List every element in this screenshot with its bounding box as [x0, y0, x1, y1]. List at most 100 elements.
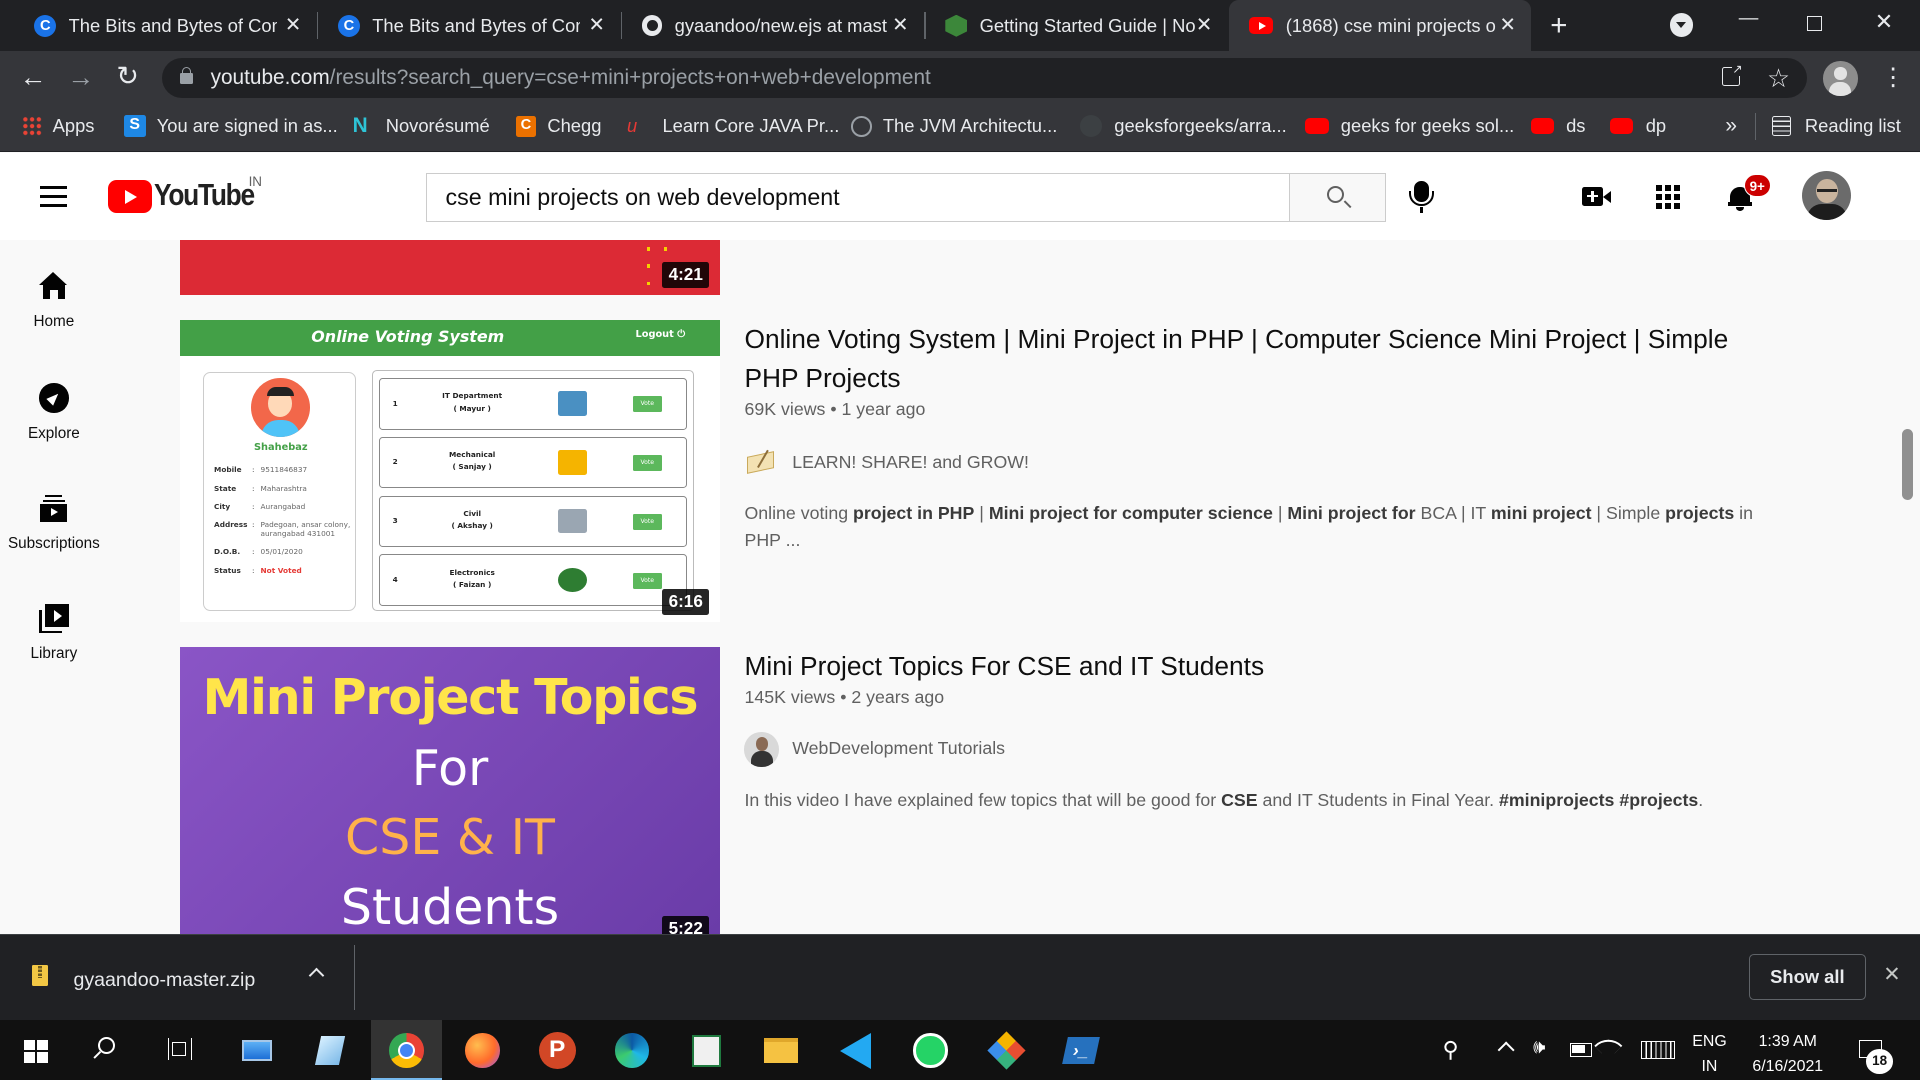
close-tab-icon[interactable]: ✕ — [1500, 13, 1516, 37]
taskbar-file-explorer-icon[interactable] — [759, 1029, 803, 1073]
bookmark-signed-in[interactable]: S You are signed in as... — [123, 103, 338, 150]
youtube-icon — [1248, 17, 1274, 35]
chrome-menu-icon[interactable]: ⋮ — [1881, 62, 1905, 92]
close-download-bar-icon[interactable]: ✕ — [1883, 962, 1900, 987]
reading-list-button[interactable]: Reading list — [1771, 103, 1901, 150]
window-close-icon[interactable]: ✕ — [1875, 9, 1893, 35]
channel-name[interactable]: LEARN! SHARE! and GROW! — [792, 452, 1029, 473]
clock-time: 1:39 AM — [1758, 1032, 1817, 1050]
clock[interactable]: 1:39 AM 6/16/2021 — [1739, 1029, 1837, 1080]
tab-2[interactable]: C The Bits and Bytes of Com ✕ — [318, 0, 619, 51]
minimize-icon[interactable]: — — [1739, 7, 1759, 30]
download-item[interactable]: gyaandoo-master.zip — [0, 936, 355, 1012]
video-title[interactable]: Online Voting System | Mini Project in P… — [744, 320, 1773, 398]
people-icon[interactable]: ⚲ — [1442, 1037, 1458, 1063]
upload-age: 1 year ago — [841, 399, 926, 420]
sidebar-item-subscriptions[interactable]: Subscriptions — [0, 493, 108, 553]
taskbar-firefox-icon[interactable] — [460, 1029, 504, 1073]
volume-icon[interactable]: 🕪 — [1533, 1036, 1545, 1059]
address-path: /results?search_query=cse+mini+projects+… — [329, 65, 931, 89]
tab-title: Getting Started Guide | No — [979, 14, 1196, 36]
input-language[interactable]: ENG IN — [1692, 1029, 1726, 1080]
close-tab-icon[interactable]: ✕ — [892, 13, 908, 37]
thumb-vote-button: Vote — [632, 572, 662, 589]
tab-4[interactable]: Getting Started Guide | No ✕ — [926, 0, 1227, 51]
thumb-candidate-number: 2 — [392, 457, 398, 467]
apps-grid-icon — [22, 116, 42, 136]
restore-icon[interactable] — [1807, 15, 1823, 31]
chevron-up-icon[interactable] — [308, 967, 325, 984]
apps-grid-icon[interactable] — [1655, 184, 1680, 210]
close-tab-icon[interactable]: ✕ — [285, 13, 301, 37]
tab-1[interactable]: C The Bits and Bytes of Com ✕ — [15, 0, 316, 51]
bookmark-star-icon[interactable]: ☆ — [1767, 64, 1790, 94]
bookmarks-overflow[interactable]: » — [1725, 103, 1737, 150]
youtube-logo-icon[interactable] — [107, 180, 152, 214]
tab-search-icon[interactable] — [1670, 13, 1694, 37]
bookmark-jvm[interactable]: The JVM Architectu... — [851, 103, 1057, 150]
sidebar-item-home[interactable]: Home — [0, 272, 108, 332]
thumb-field-key: Mobile — [214, 465, 242, 475]
tab-5-active[interactable]: (1868) cse mini projects on ✕ — [1229, 0, 1531, 52]
microphone-icon[interactable] — [1409, 181, 1434, 214]
back-icon[interactable]: ← — [20, 62, 47, 93]
bookmark-java[interactable]: u Learn Core JAVA Pr... — [627, 103, 839, 150]
address-bar[interactable]: youtube.com/results?search_query=cse+min… — [161, 57, 1808, 98]
create-video-icon[interactable] — [1582, 187, 1611, 206]
search-button[interactable] — [1289, 172, 1387, 222]
taskbar-whatsapp-icon[interactable] — [909, 1029, 953, 1073]
video-thumbnail-top[interactable] — [180, 240, 720, 296]
bookmark-ds[interactable]: ds — [1530, 103, 1585, 150]
task-view-icon[interactable] — [167, 1038, 193, 1061]
github-icon — [641, 15, 663, 37]
view-count: 69K views — [744, 399, 826, 420]
sidebar-item-explore[interactable]: Explore — [0, 383, 108, 443]
notification-count-badge: 18 — [1866, 1049, 1894, 1074]
sidebar-item-library[interactable]: Library — [0, 603, 108, 664]
battery-icon[interactable] — [1569, 1043, 1592, 1057]
taskbar-this-pc-icon[interactable] — [235, 1029, 279, 1073]
taskbar-vscode-icon[interactable] — [834, 1029, 878, 1073]
taskbar-powerpoint-icon[interactable]: P — [535, 1029, 579, 1073]
taskbar-git-icon[interactable] — [984, 1029, 1028, 1073]
close-tab-icon[interactable]: ✕ — [588, 13, 604, 37]
bookmark-dp[interactable]: dp — [1610, 103, 1666, 150]
taskbar-notepad-icon[interactable] — [309, 1029, 353, 1073]
bookmark-chegg[interactable]: C Chegg — [515, 103, 601, 150]
bookmark-label: geeksforgeeks/arra... — [1114, 115, 1287, 137]
account-avatar[interactable] — [1802, 171, 1852, 221]
forward-icon[interactable]: → — [67, 62, 94, 93]
channel-avatar[interactable] — [744, 732, 779, 767]
open-in-app-icon[interactable]: ↗ — [1721, 63, 1743, 86]
tab-3[interactable]: gyaandoo/new.ejs at mast ✕ — [622, 0, 923, 51]
taskbar-edge-icon[interactable] — [610, 1029, 654, 1073]
page-scrollbar-thumb[interactable] — [1901, 428, 1913, 500]
channel-name[interactable]: WebDevelopment Tutorials — [792, 738, 1005, 759]
video-thumbnail-topics[interactable]: Mini Project Topics For CSE & IT Student… — [180, 646, 720, 936]
view-count: 145K views — [744, 686, 836, 707]
tab-title: gyaandoo/new.ejs at mast — [674, 14, 887, 36]
profile-avatar[interactable] — [1823, 61, 1858, 96]
taskbar-powershell-icon[interactable]: ›_ — [1059, 1029, 1103, 1073]
reload-icon[interactable]: ↻ — [116, 61, 139, 92]
description-fragment: | — [974, 502, 989, 523]
new-tab-icon[interactable]: + — [1550, 9, 1567, 43]
taskbar-excel-icon[interactable] — [684, 1029, 728, 1073]
bookmark-novoresume[interactable]: N Novorésumé — [353, 103, 490, 150]
channel-avatar[interactable] — [744, 447, 778, 476]
description-fragment: In this video I have explained few topic… — [744, 790, 1222, 811]
close-tab-icon[interactable]: ✕ — [1196, 13, 1212, 37]
video-thumbnail-voting[interactable]: Online Voting System Logout ⏻ Shahebaz M… — [180, 319, 720, 623]
hamburger-menu-icon[interactable] — [40, 186, 68, 207]
bookmark-gfg-github[interactable]: geeksforgeeks/arra... — [1080, 103, 1287, 150]
touch-keyboard-icon[interactable] — [1640, 1040, 1676, 1060]
thumb-field-value: 05/01/2020 — [260, 547, 303, 557]
taskbar-chrome-active[interactable] — [371, 1020, 443, 1080]
windows-start-icon[interactable] — [24, 1039, 48, 1063]
search-input[interactable]: cse mini projects on web development — [426, 172, 1291, 222]
video-title[interactable]: Mini Project Topics For CSE and IT Stude… — [744, 647, 1773, 686]
show-all-button[interactable]: Show all — [1748, 953, 1867, 1001]
bookmark-gfg-youtube[interactable]: geeks for geeks sol... — [1305, 103, 1514, 150]
thumb-avatar — [250, 378, 310, 437]
bookmark-apps[interactable]: Apps — [22, 103, 94, 150]
